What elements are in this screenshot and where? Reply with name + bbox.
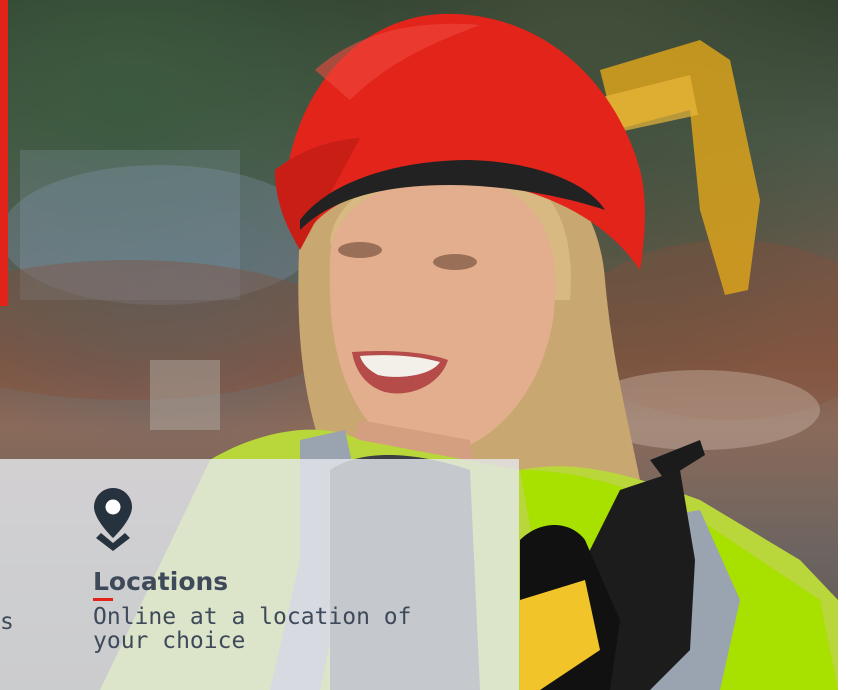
previous-item-text-fragment: s [0,609,14,635]
page: s Locations Online at a location of your… [0,0,846,690]
location-feature: Locations Online at a location of your c… [93,487,493,653]
location-description: Online at a location of your choice [93,604,412,654]
accent-bar [0,0,8,306]
title-underline [93,598,113,601]
location-title: Locations [93,567,229,601]
location-title-text: Locations [93,567,229,596]
page-edge [838,0,846,690]
map-pin-icon [93,487,493,553]
